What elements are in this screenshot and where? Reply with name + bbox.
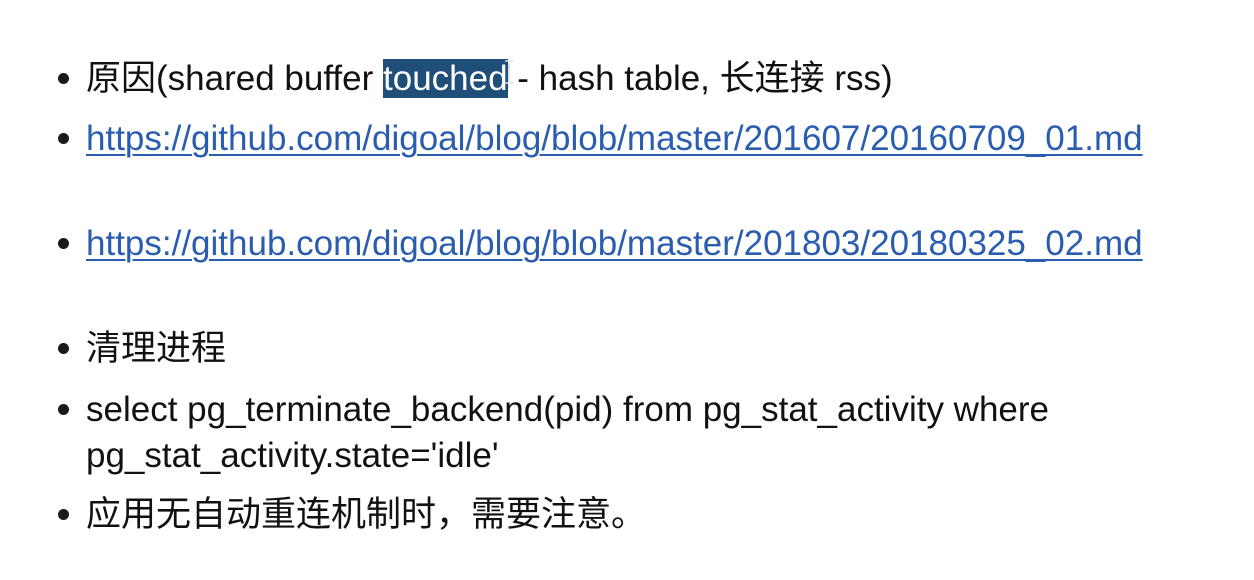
github-link-20180325[interactable]: https://github.com/digoal/blog/blob/mast…	[86, 224, 1143, 263]
slide: 原因(shared buffer touched - hash table, 长…	[0, 0, 1254, 580]
bullet-text: https://github.com/digoal/blog/blob/mast…	[86, 116, 1252, 162]
cause-text-suffix: - hash table, 长连接 rss)	[507, 59, 893, 98]
sql-line-1: select pg_terminate_backend(pid) from pg…	[86, 390, 1049, 429]
bullet-dot-icon	[58, 73, 69, 84]
bullet-dot-icon	[58, 404, 69, 415]
selected-text[interactable]: touched	[383, 59, 513, 98]
bullet-text-note: 应用无自动重连机制时，需要注意。	[86, 495, 647, 534]
bullet-dot-icon	[58, 238, 69, 249]
cause-text-prefix: 原因(shared buffer	[86, 59, 383, 98]
bullet-text-sql: select pg_terminate_backend(pid) from pg…	[86, 387, 1252, 479]
bullet-text: https://github.com/digoal/blog/blob/mast…	[86, 221, 1252, 267]
bullet-text-cause: 原因(shared buffer touched - hash table, 长…	[86, 56, 1252, 102]
bullet-dot-icon	[58, 133, 69, 144]
bullet-dot-icon	[58, 509, 69, 520]
sql-line-2: pg_stat_activity.state='idle'	[86, 436, 499, 475]
selected-word: touched	[383, 59, 508, 98]
bullet-text-cleanup: 清理进程	[86, 329, 227, 368]
github-link-20160709[interactable]: https://github.com/digoal/blog/blob/mast…	[86, 119, 1143, 158]
bullet-dot-icon	[58, 343, 69, 354]
